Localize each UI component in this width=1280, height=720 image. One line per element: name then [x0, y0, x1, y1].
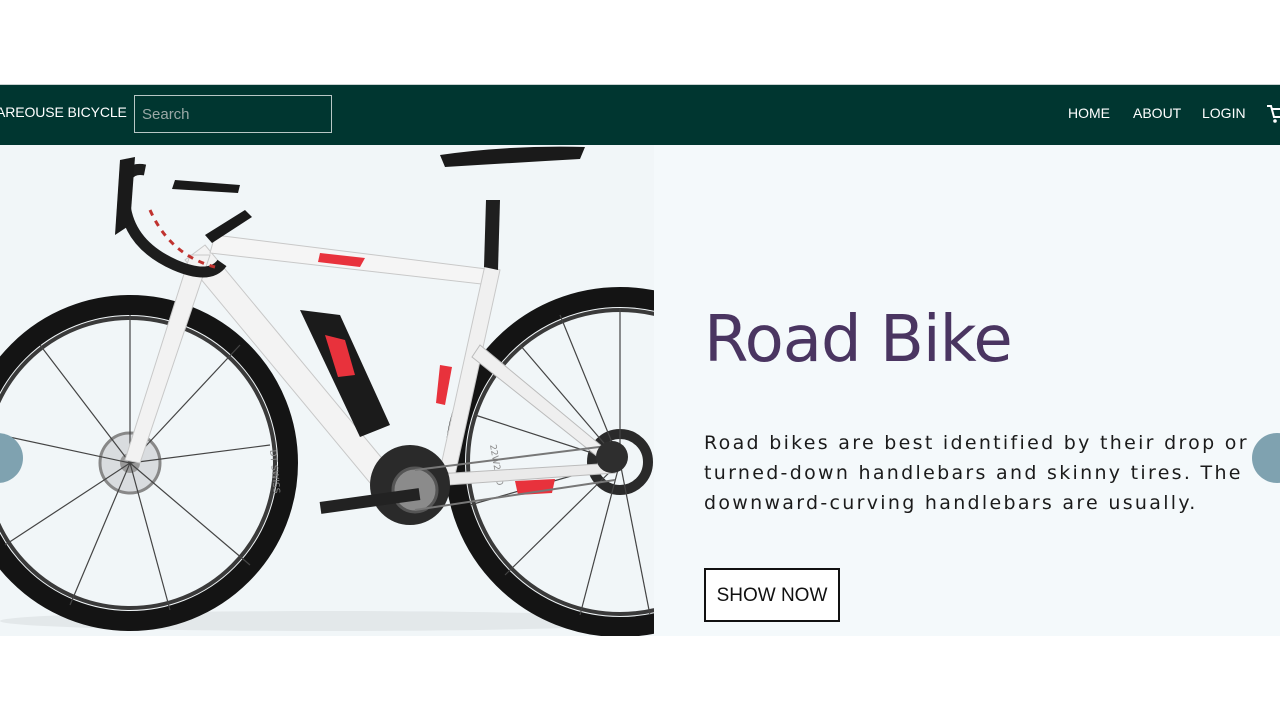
nav-home-link[interactable]: HOME — [1068, 105, 1110, 121]
nav-login-link[interactable]: LOGIN — [1202, 105, 1246, 121]
bike-frame — [115, 146, 628, 525]
brand-logo-text[interactable]: AREOUSE BICYCLE — [0, 104, 127, 120]
search-input[interactable] — [134, 95, 332, 133]
hero-carousel: 22W2 TO DT SWISS Road Bike Road bikes ar… — [0, 145, 1280, 636]
nav-about-link[interactable]: ABOUT — [1133, 105, 1181, 121]
navbar: AREOUSE BICYCLE HOME ABOUT LOGIN — [0, 84, 1280, 145]
top-spacer — [0, 0, 1280, 84]
cart-icon[interactable] — [1266, 103, 1280, 125]
hero-description: Road bikes are best identified by their … — [704, 432, 1249, 514]
show-now-button[interactable]: SHOW NOW — [704, 568, 840, 622]
hero-title: Road Bike — [704, 303, 1013, 377]
front-wheel: DT SWISS — [0, 295, 298, 631]
bike-image: 22W2 TO DT SWISS — [0, 145, 654, 636]
